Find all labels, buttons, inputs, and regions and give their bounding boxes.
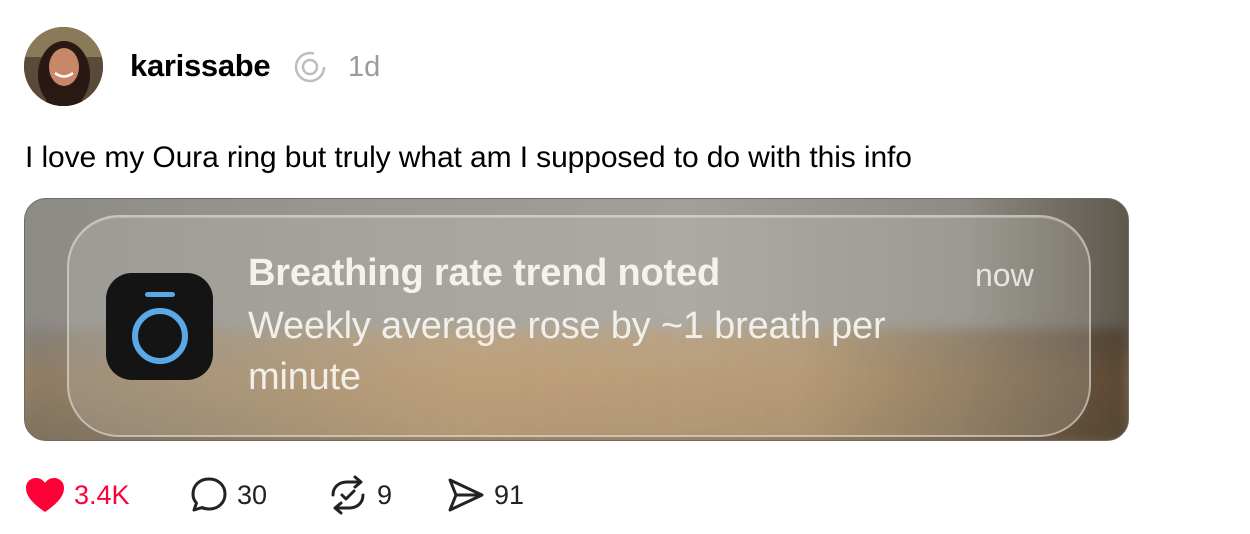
comment-button[interactable]: 30 [189, 474, 267, 516]
share-button[interactable]: 91 [446, 474, 524, 516]
post-timestamp: 1d [348, 51, 381, 83]
oura-ring-icon [106, 273, 213, 380]
post-text: I love my Oura ring but truly what am I … [25, 141, 912, 174]
verified-badge-icon [293, 50, 327, 84]
repost-icon [331, 475, 365, 515]
share-count: 91 [494, 479, 525, 510]
notification-title: Breathing rate trend noted [248, 252, 720, 294]
post-image[interactable]: Breathing rate trend noted Weekly averag… [24, 198, 1129, 441]
avatar[interactable] [24, 27, 103, 106]
notification-time: now [975, 257, 1034, 293]
repost-count: 9 [377, 479, 393, 510]
comment-icon [191, 477, 227, 512]
comment-count: 30 [237, 479, 268, 510]
notification-body: Weekly average rose by ~1 breath per min… [248, 305, 886, 398]
like-button[interactable]: 3.4K [24, 474, 130, 516]
heart-icon [26, 478, 64, 512]
username[interactable]: karissabe [130, 48, 271, 84]
notification-banner: Breathing rate trend noted Weekly averag… [67, 215, 1091, 437]
like-count: 3.4K [74, 479, 130, 510]
send-icon [448, 478, 484, 512]
repost-button[interactable]: 9 [327, 474, 392, 516]
